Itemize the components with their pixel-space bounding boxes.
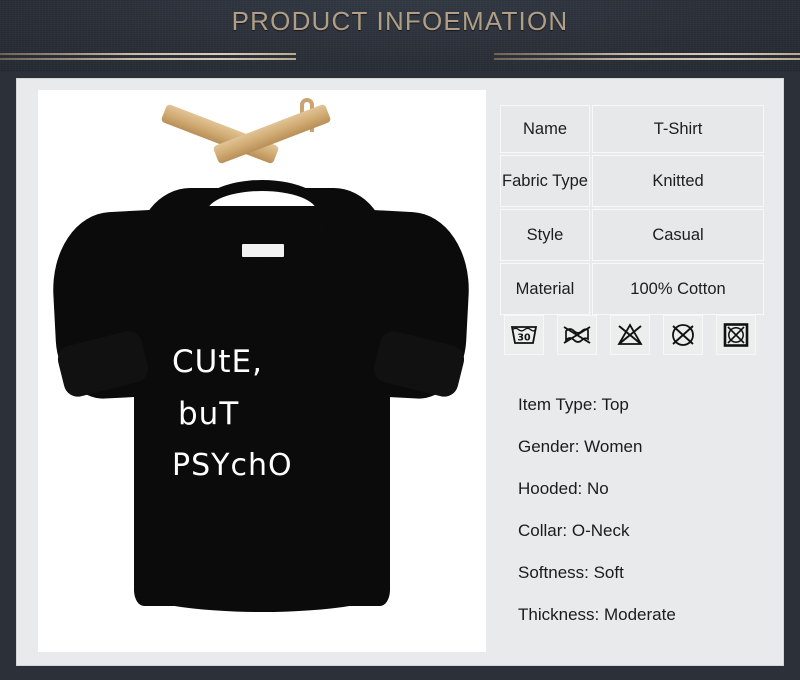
print-line-3: PSYchO <box>172 448 293 483</box>
table-row: Style Casual <box>500 209 764 261</box>
divider-rule-right <box>494 53 800 60</box>
neck-label <box>242 244 284 257</box>
spec-key-name: Name <box>500 105 590 153</box>
spec-value-name: T-Shirt <box>592 105 764 153</box>
table-row: Material 100% Cotton <box>500 263 764 315</box>
content-frame: CUtE, buT PSYchO Name T-Shirt Fabric Typ… <box>16 78 784 666</box>
spec-key-style: Style <box>500 209 590 261</box>
table-row: Fabric Type Knitted <box>500 155 764 207</box>
table-row: Name T-Shirt <box>500 105 764 153</box>
print-line-1: CUtE, <box>172 344 263 380</box>
product-image-pane: CUtE, buT PSYchO <box>38 90 486 652</box>
attribute-list: Item Type: Top Gender: Women Hooded: No … <box>518 384 762 636</box>
divider-rule-left <box>0 53 296 60</box>
header-banner: PRODUCT INFOEMATION <box>0 0 800 72</box>
do-not-wring-icon <box>557 315 597 355</box>
list-item: Collar: O-Neck <box>518 521 630 540</box>
list-item: Gender: Women <box>518 437 643 456</box>
print-line-2: buT <box>178 396 240 432</box>
spec-value-style: Casual <box>592 209 764 261</box>
wash-30-icon: 30 <box>504 315 544 355</box>
shirt-hem <box>134 580 390 612</box>
list-item: Hooded: No <box>518 479 609 498</box>
product-info-page: PRODUCT INFOEMATION CUtE, buT PSYchO Nam… <box>0 0 800 680</box>
care-symbols-row: 30 <box>500 312 760 358</box>
shirt-print-text: CUtE, buT PSYchO <box>154 336 370 492</box>
do-not-dry-clean-icon <box>663 315 703 355</box>
do-not-bleach-icon <box>610 315 650 355</box>
specification-pane: Name T-Shirt Fabric Type Knitted Style C… <box>496 90 764 652</box>
t-shirt-graphic: CUtE, buT PSYchO <box>46 180 476 612</box>
product-photo: CUtE, buT PSYchO <box>38 90 486 652</box>
spec-key-fabric-type: Fabric Type <box>500 155 590 207</box>
specification-table: Name T-Shirt Fabric Type Knitted Style C… <box>498 103 766 317</box>
list-item: Softness: Soft <box>518 563 624 582</box>
svg-text:30: 30 <box>517 333 531 344</box>
spec-value-material: 100% Cotton <box>592 263 764 315</box>
spec-key-material: Material <box>500 263 590 315</box>
spec-value-fabric-type: Knitted <box>592 155 764 207</box>
page-title: PRODUCT INFOEMATION <box>231 6 569 36</box>
do-not-tumble-dry-icon <box>716 315 756 355</box>
list-item: Thickness: Moderate <box>518 605 676 624</box>
list-item: Item Type: Top <box>518 395 629 414</box>
